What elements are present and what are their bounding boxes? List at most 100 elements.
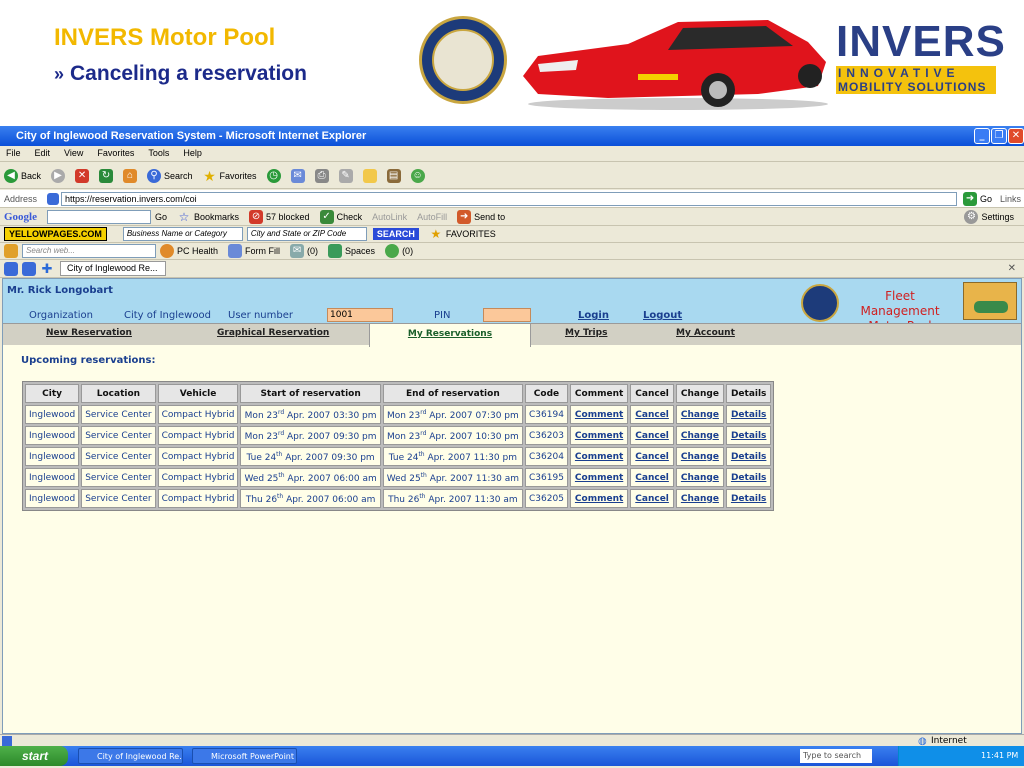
- slide-subtitle: » Canceling a reservation: [54, 62, 307, 86]
- menu-file[interactable]: File: [6, 148, 21, 158]
- favorites-center-icon[interactable]: ✚: [40, 261, 54, 276]
- yp-search-button[interactable]: SEARCH: [372, 228, 419, 240]
- autolink-button[interactable]: AutoLink: [372, 212, 407, 222]
- edit-icon: ✎: [338, 168, 353, 183]
- form-fill-button[interactable]: Form Fill: [228, 244, 280, 258]
- quick-tabs-icon[interactable]: [4, 261, 18, 276]
- history-button[interactable]: ◷: [266, 168, 281, 183]
- messenger-button[interactable]: ☺: [410, 168, 425, 183]
- cell-details-link[interactable]: Details: [725, 468, 772, 487]
- menu-help[interactable]: Help: [183, 148, 202, 158]
- edit-button[interactable]: ✎: [338, 168, 353, 183]
- cell-details-link[interactable]: Details: [725, 426, 772, 445]
- user-number-input[interactable]: 1001: [327, 308, 393, 322]
- home-button[interactable]: ⌂: [123, 168, 138, 183]
- stop-button[interactable]: ✕: [75, 168, 90, 183]
- menu-view[interactable]: View: [64, 148, 83, 158]
- back-button[interactable]: ◀ Back: [4, 168, 41, 183]
- cell-details-link[interactable]: Details: [725, 447, 772, 466]
- autofill-button[interactable]: AutoFill: [417, 212, 447, 222]
- forward-button[interactable]: ▶: [51, 168, 66, 183]
- menu-edit[interactable]: Edit: [35, 148, 51, 158]
- close-tab-icon[interactable]: ✕: [1008, 263, 1016, 274]
- cell-change-link[interactable]: Change: [675, 468, 724, 487]
- site-header: Mr. Rick Longobart Organization City of …: [3, 279, 1021, 347]
- cell-comment-link[interactable]: Comment: [569, 405, 629, 424]
- cell-change-link[interactable]: Change: [675, 426, 724, 445]
- menu-tools[interactable]: Tools: [148, 148, 169, 158]
- user-number-label: User number: [228, 310, 293, 321]
- print-button[interactable]: ⎙: [314, 168, 329, 183]
- cell-comment-link[interactable]: Comment: [569, 468, 629, 487]
- bookmarks-button[interactable]: ☆ Bookmarks: [177, 210, 239, 224]
- google-go-button[interactable]: Go: [155, 212, 167, 222]
- city-zip-field[interactable]: City and State or ZIP Code: [246, 227, 367, 241]
- start-button[interactable]: start: [0, 746, 68, 766]
- form-fill-icon: [228, 244, 243, 258]
- links-button[interactable]: Links: [1000, 194, 1021, 204]
- tab-my-reservations[interactable]: My Reservations: [369, 323, 531, 347]
- search-web-input[interactable]: Search web...: [22, 244, 156, 258]
- cell-comment-link[interactable]: Comment: [569, 447, 629, 466]
- tab-new-reservation[interactable]: New Reservation: [46, 328, 132, 338]
- cell-change-link[interactable]: Change: [675, 489, 724, 508]
- favorites-button[interactable]: ★ Favorites: [203, 169, 256, 183]
- tab-my-account[interactable]: My Account: [676, 328, 735, 338]
- tab-graphical-reservation[interactable]: Graphical Reservation: [217, 328, 329, 338]
- taskbar-search-input[interactable]: Type to search: [800, 749, 872, 763]
- cell-end: Mon 23rd Apr. 2007 10:30 pm: [382, 426, 523, 445]
- taskbar-ie-window[interactable]: City of Inglewood Re...: [78, 748, 183, 764]
- send-to-button[interactable]: ➜ Send to: [457, 209, 505, 224]
- minimize-button[interactable]: _: [974, 128, 990, 144]
- mail-button[interactable]: ✉: [290, 168, 305, 183]
- pc-health-button[interactable]: PC Health: [160, 244, 218, 258]
- cell-change-link[interactable]: Change: [675, 447, 724, 466]
- cell-vehicle: Compact Hybrid: [157, 468, 239, 487]
- page-icon: [47, 192, 60, 205]
- cell-comment-link[interactable]: Comment: [569, 489, 629, 508]
- col-comment: Comment: [569, 384, 629, 403]
- business-category-field[interactable]: Business Name or Category: [122, 227, 243, 241]
- invers-tagline-1: INNOVATIVE: [836, 66, 996, 80]
- tab-my-trips[interactable]: My Trips: [565, 328, 607, 338]
- taskbar-powerpoint-window[interactable]: Microsoft PowerPoint ...: [192, 748, 297, 764]
- im-count-button[interactable]: (0): [385, 244, 413, 258]
- restore-button[interactable]: ❐: [991, 128, 1007, 144]
- cell-change-link[interactable]: Change: [675, 405, 724, 424]
- yp-favorites-button[interactable]: ★ FAVORITES: [429, 227, 495, 241]
- cell-cancel-link[interactable]: Cancel: [630, 405, 674, 424]
- logout-link[interactable]: Logout: [643, 310, 682, 321]
- settings-icon: ⚙: [964, 209, 979, 224]
- search-button[interactable]: ⚲ Search: [147, 168, 193, 183]
- cell-location: Service Center: [81, 447, 156, 466]
- google-settings-button[interactable]: ⚙ Settings: [964, 209, 1014, 224]
- cell-cancel-link[interactable]: Cancel: [630, 468, 674, 487]
- cell-comment-link[interactable]: Comment: [569, 426, 629, 445]
- login-link[interactable]: Login: [578, 310, 609, 321]
- google-search-input[interactable]: [47, 209, 151, 224]
- go-button[interactable]: Go: [980, 194, 992, 204]
- cell-cancel-link[interactable]: Cancel: [630, 489, 674, 508]
- mail-count-button[interactable]: ✉ (0): [290, 244, 318, 258]
- refresh-button[interactable]: ↻: [99, 168, 114, 183]
- page-content: Mr. Rick Longobart Organization City of …: [2, 278, 1022, 734]
- active-browser-tab[interactable]: City of Inglewood Re...: [60, 261, 166, 276]
- col-cancel: Cancel: [630, 384, 674, 403]
- user-name: Mr. Rick Longobart: [7, 285, 113, 296]
- cell-details-link[interactable]: Details: [725, 489, 772, 508]
- folder-button[interactable]: [362, 168, 377, 183]
- cell-cancel-link[interactable]: Cancel: [630, 447, 674, 466]
- menu-favorites[interactable]: Favorites: [97, 148, 134, 158]
- cell-cancel-link[interactable]: Cancel: [630, 426, 674, 445]
- close-button[interactable]: ✕: [1008, 128, 1024, 144]
- pin-input[interactable]: [483, 308, 531, 322]
- popup-blocked-button[interactable]: ⊘ 57 blocked: [249, 209, 310, 224]
- cell-details-link[interactable]: Details: [725, 405, 772, 424]
- address-input[interactable]: https://reservation.invers.com/coi: [61, 191, 958, 206]
- tab-list-icon[interactable]: [22, 261, 36, 276]
- go-arrow-icon[interactable]: ➜: [963, 191, 978, 206]
- spaces-button[interactable]: Spaces: [328, 244, 375, 258]
- research-button[interactable]: ▤: [386, 168, 401, 183]
- spell-check-button[interactable]: ✓ Check: [319, 209, 362, 224]
- organization-label: Organization: [29, 310, 93, 321]
